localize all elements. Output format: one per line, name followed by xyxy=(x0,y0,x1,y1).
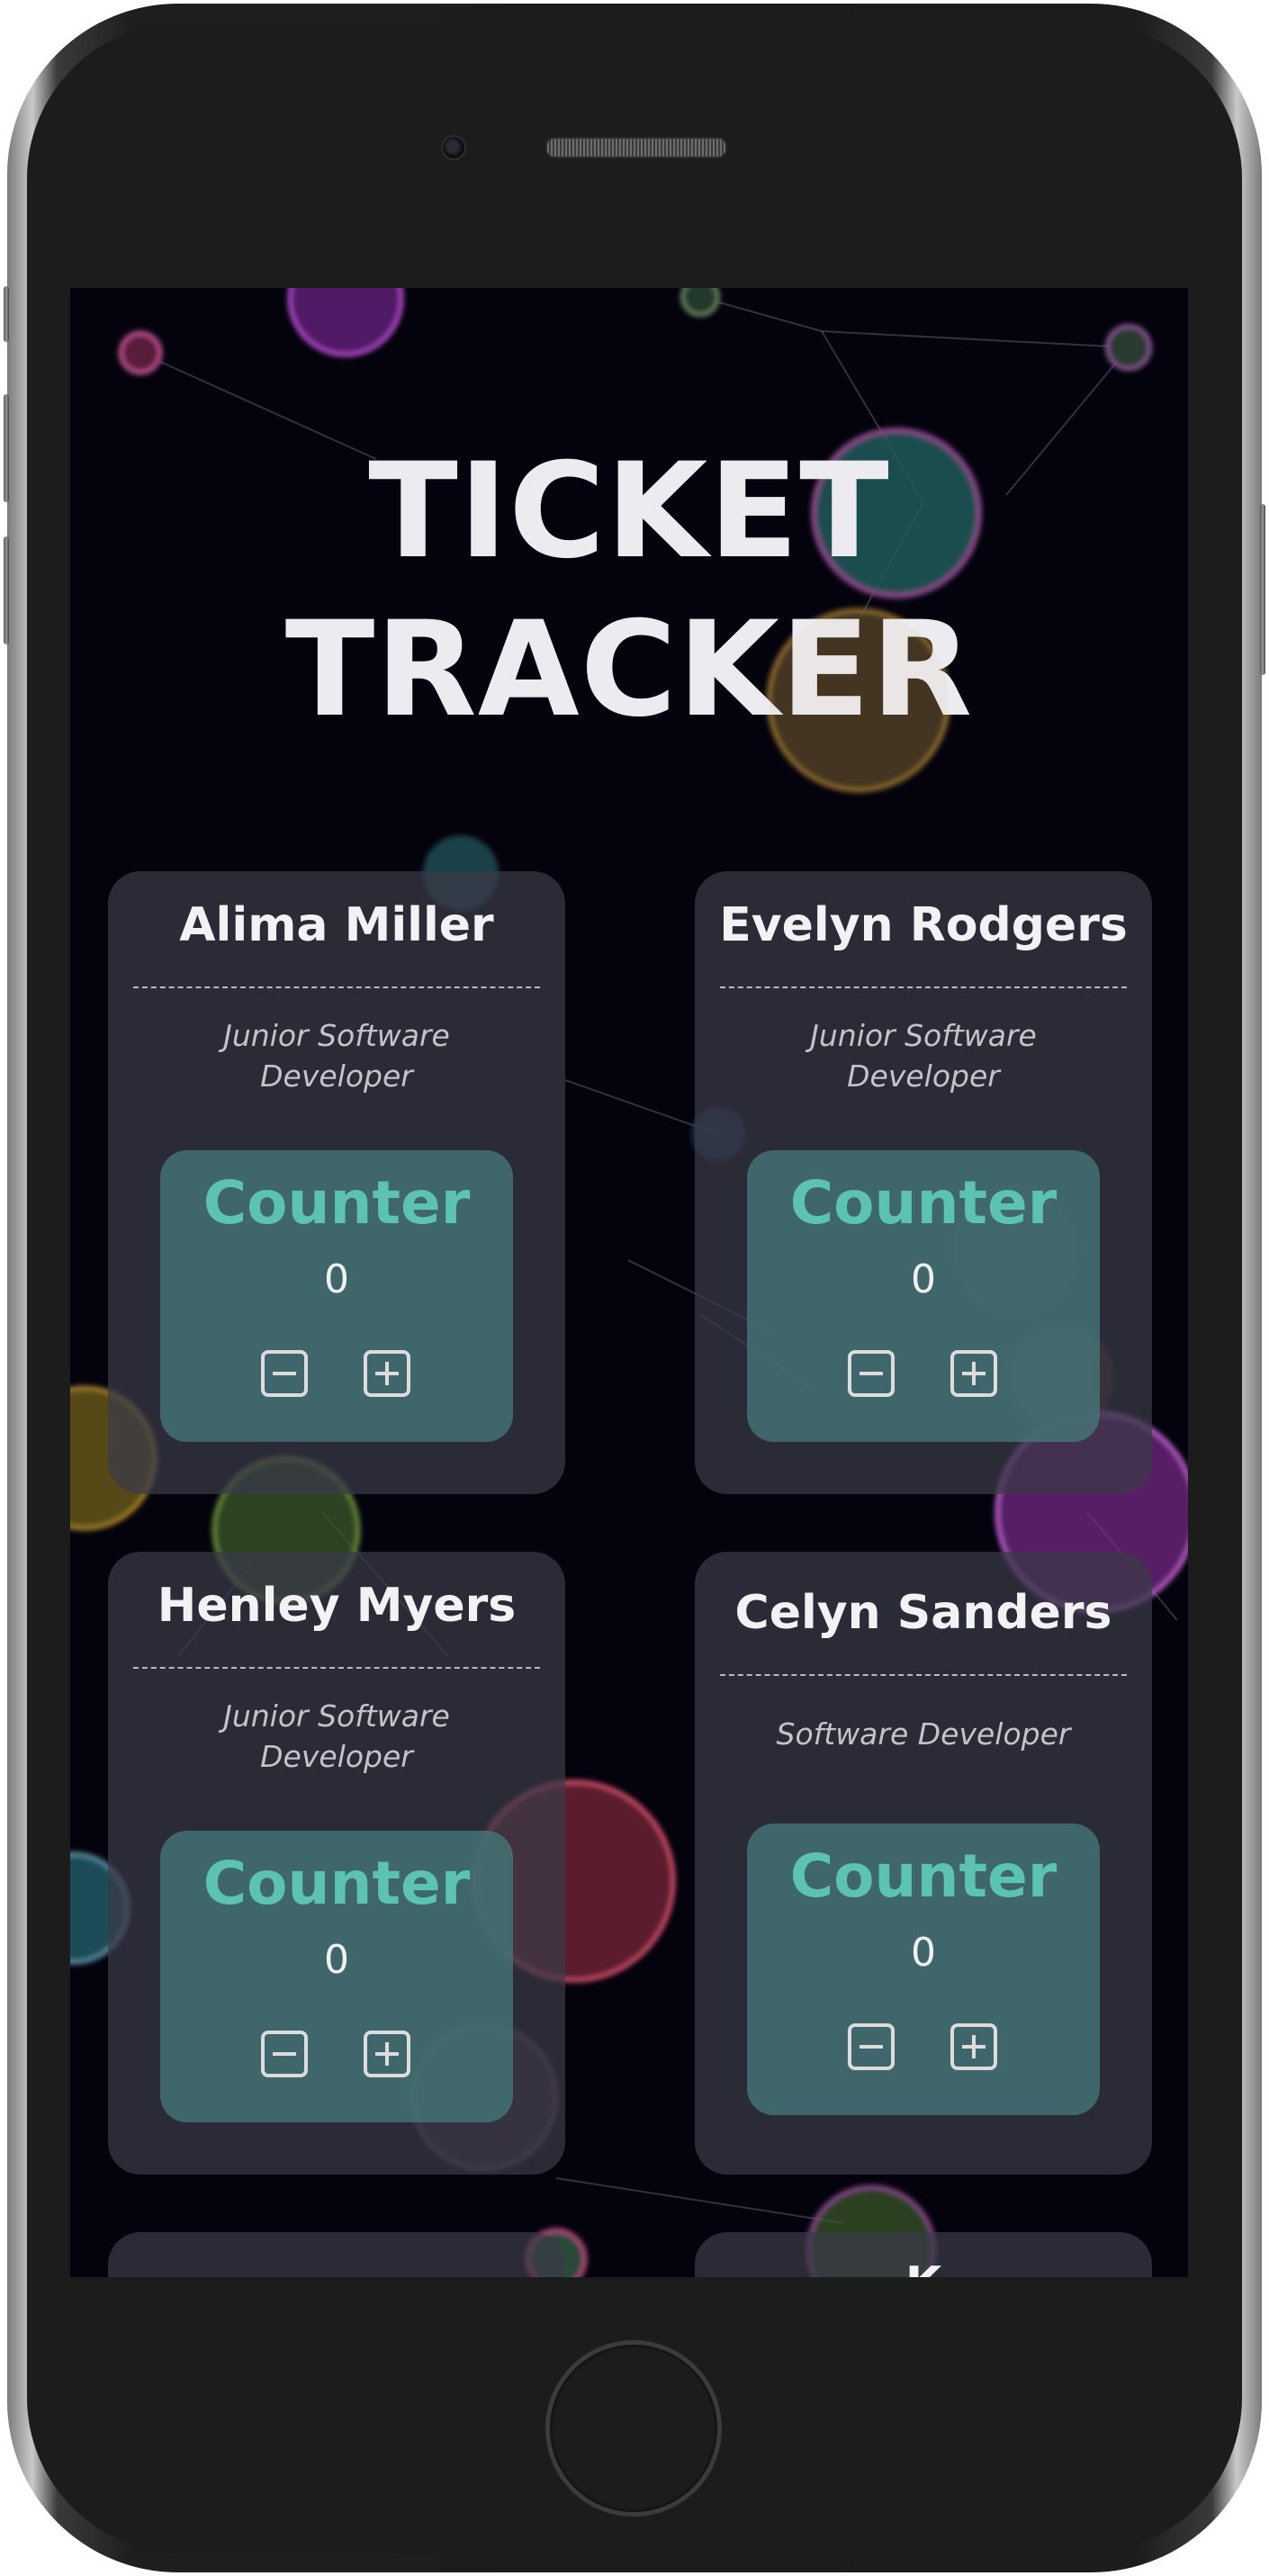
plus-square-icon xyxy=(375,2042,399,2066)
decrement-button[interactable] xyxy=(261,2031,308,2077)
counter-panel: Counter 0 xyxy=(160,1831,513,2122)
employee-card: Celyn Sanders Software Developer Counter… xyxy=(695,1552,1152,2175)
employee-card: K xyxy=(695,2232,1152,2277)
title-line-1: TICKET xyxy=(368,435,890,588)
employee-name: Celyn Sanders xyxy=(734,1586,1112,1640)
minus-square-icon xyxy=(860,2045,883,2049)
decrement-button[interactable] xyxy=(848,2023,895,2070)
employee-name: Alima Miller xyxy=(179,898,494,952)
increment-button[interactable] xyxy=(950,2023,997,2070)
decrement-button[interactable] xyxy=(261,1350,308,1397)
counter-label: Counter xyxy=(789,1842,1058,1911)
increment-button[interactable] xyxy=(364,1350,410,1397)
minus-square-icon xyxy=(860,1372,883,1375)
increment-button[interactable] xyxy=(364,2031,410,2077)
counter-panel: Counter 0 xyxy=(160,1150,513,1442)
employee-name: Evelyn Rodgers xyxy=(719,898,1128,952)
card-divider xyxy=(133,986,540,988)
counter-value: 0 xyxy=(911,1256,936,1302)
front-camera xyxy=(441,135,466,160)
card-divider xyxy=(720,1674,1127,1676)
employee-role: Junior Software Developer xyxy=(810,1018,1037,1094)
title-line-2: TRACKER xyxy=(284,593,974,746)
counter-value: 0 xyxy=(324,1937,349,1983)
plus-square-icon xyxy=(962,2035,986,2058)
counter-label: Counter xyxy=(202,1849,471,1918)
card-divider xyxy=(133,1667,540,1669)
increment-button[interactable] xyxy=(950,1350,997,1397)
power-button xyxy=(1260,504,1265,675)
volume-down-button xyxy=(4,536,9,644)
employee-card: Evelyn Rodgers Junior Software Developer… xyxy=(695,871,1152,1494)
counter-label: Counter xyxy=(789,1168,1058,1238)
counter-panel: Counter 0 xyxy=(747,1824,1100,2115)
card-divider xyxy=(720,986,1127,988)
employee-card: Alima Miller Junior Software Developer C… xyxy=(108,871,565,1494)
earpiece-speaker xyxy=(545,137,727,158)
employee-role: Junior Software Developer xyxy=(223,1698,450,1774)
employee-card xyxy=(108,2232,565,2277)
counter-value: 0 xyxy=(324,1256,349,1302)
plus-square-icon xyxy=(962,1362,986,1385)
page-title: TICKET TRACKER xyxy=(70,432,1188,749)
volume-up-button xyxy=(4,394,9,502)
counter-panel: Counter 0 xyxy=(747,1150,1100,1442)
decrement-button[interactable] xyxy=(848,1350,895,1397)
plus-square-icon xyxy=(375,1362,399,1385)
employee-card: Henley Myers Junior Software Developer C… xyxy=(108,1552,565,2175)
app-screen: TICKET TRACKER Alima Miller Junior Softw… xyxy=(70,288,1188,2277)
minus-square-icon xyxy=(273,2052,296,2056)
employee-name: Henley Myers xyxy=(157,1579,517,1633)
counter-label: Counter xyxy=(202,1168,471,1238)
employee-name: K xyxy=(695,2257,1152,2277)
minus-square-icon xyxy=(273,1372,296,1375)
employee-role: Junior Software Developer xyxy=(223,1018,450,1094)
mute-switch xyxy=(4,286,9,342)
counter-value: 0 xyxy=(911,1930,936,1976)
home-button[interactable] xyxy=(545,2340,722,2517)
employee-role: Software Developer xyxy=(776,1716,1071,1752)
